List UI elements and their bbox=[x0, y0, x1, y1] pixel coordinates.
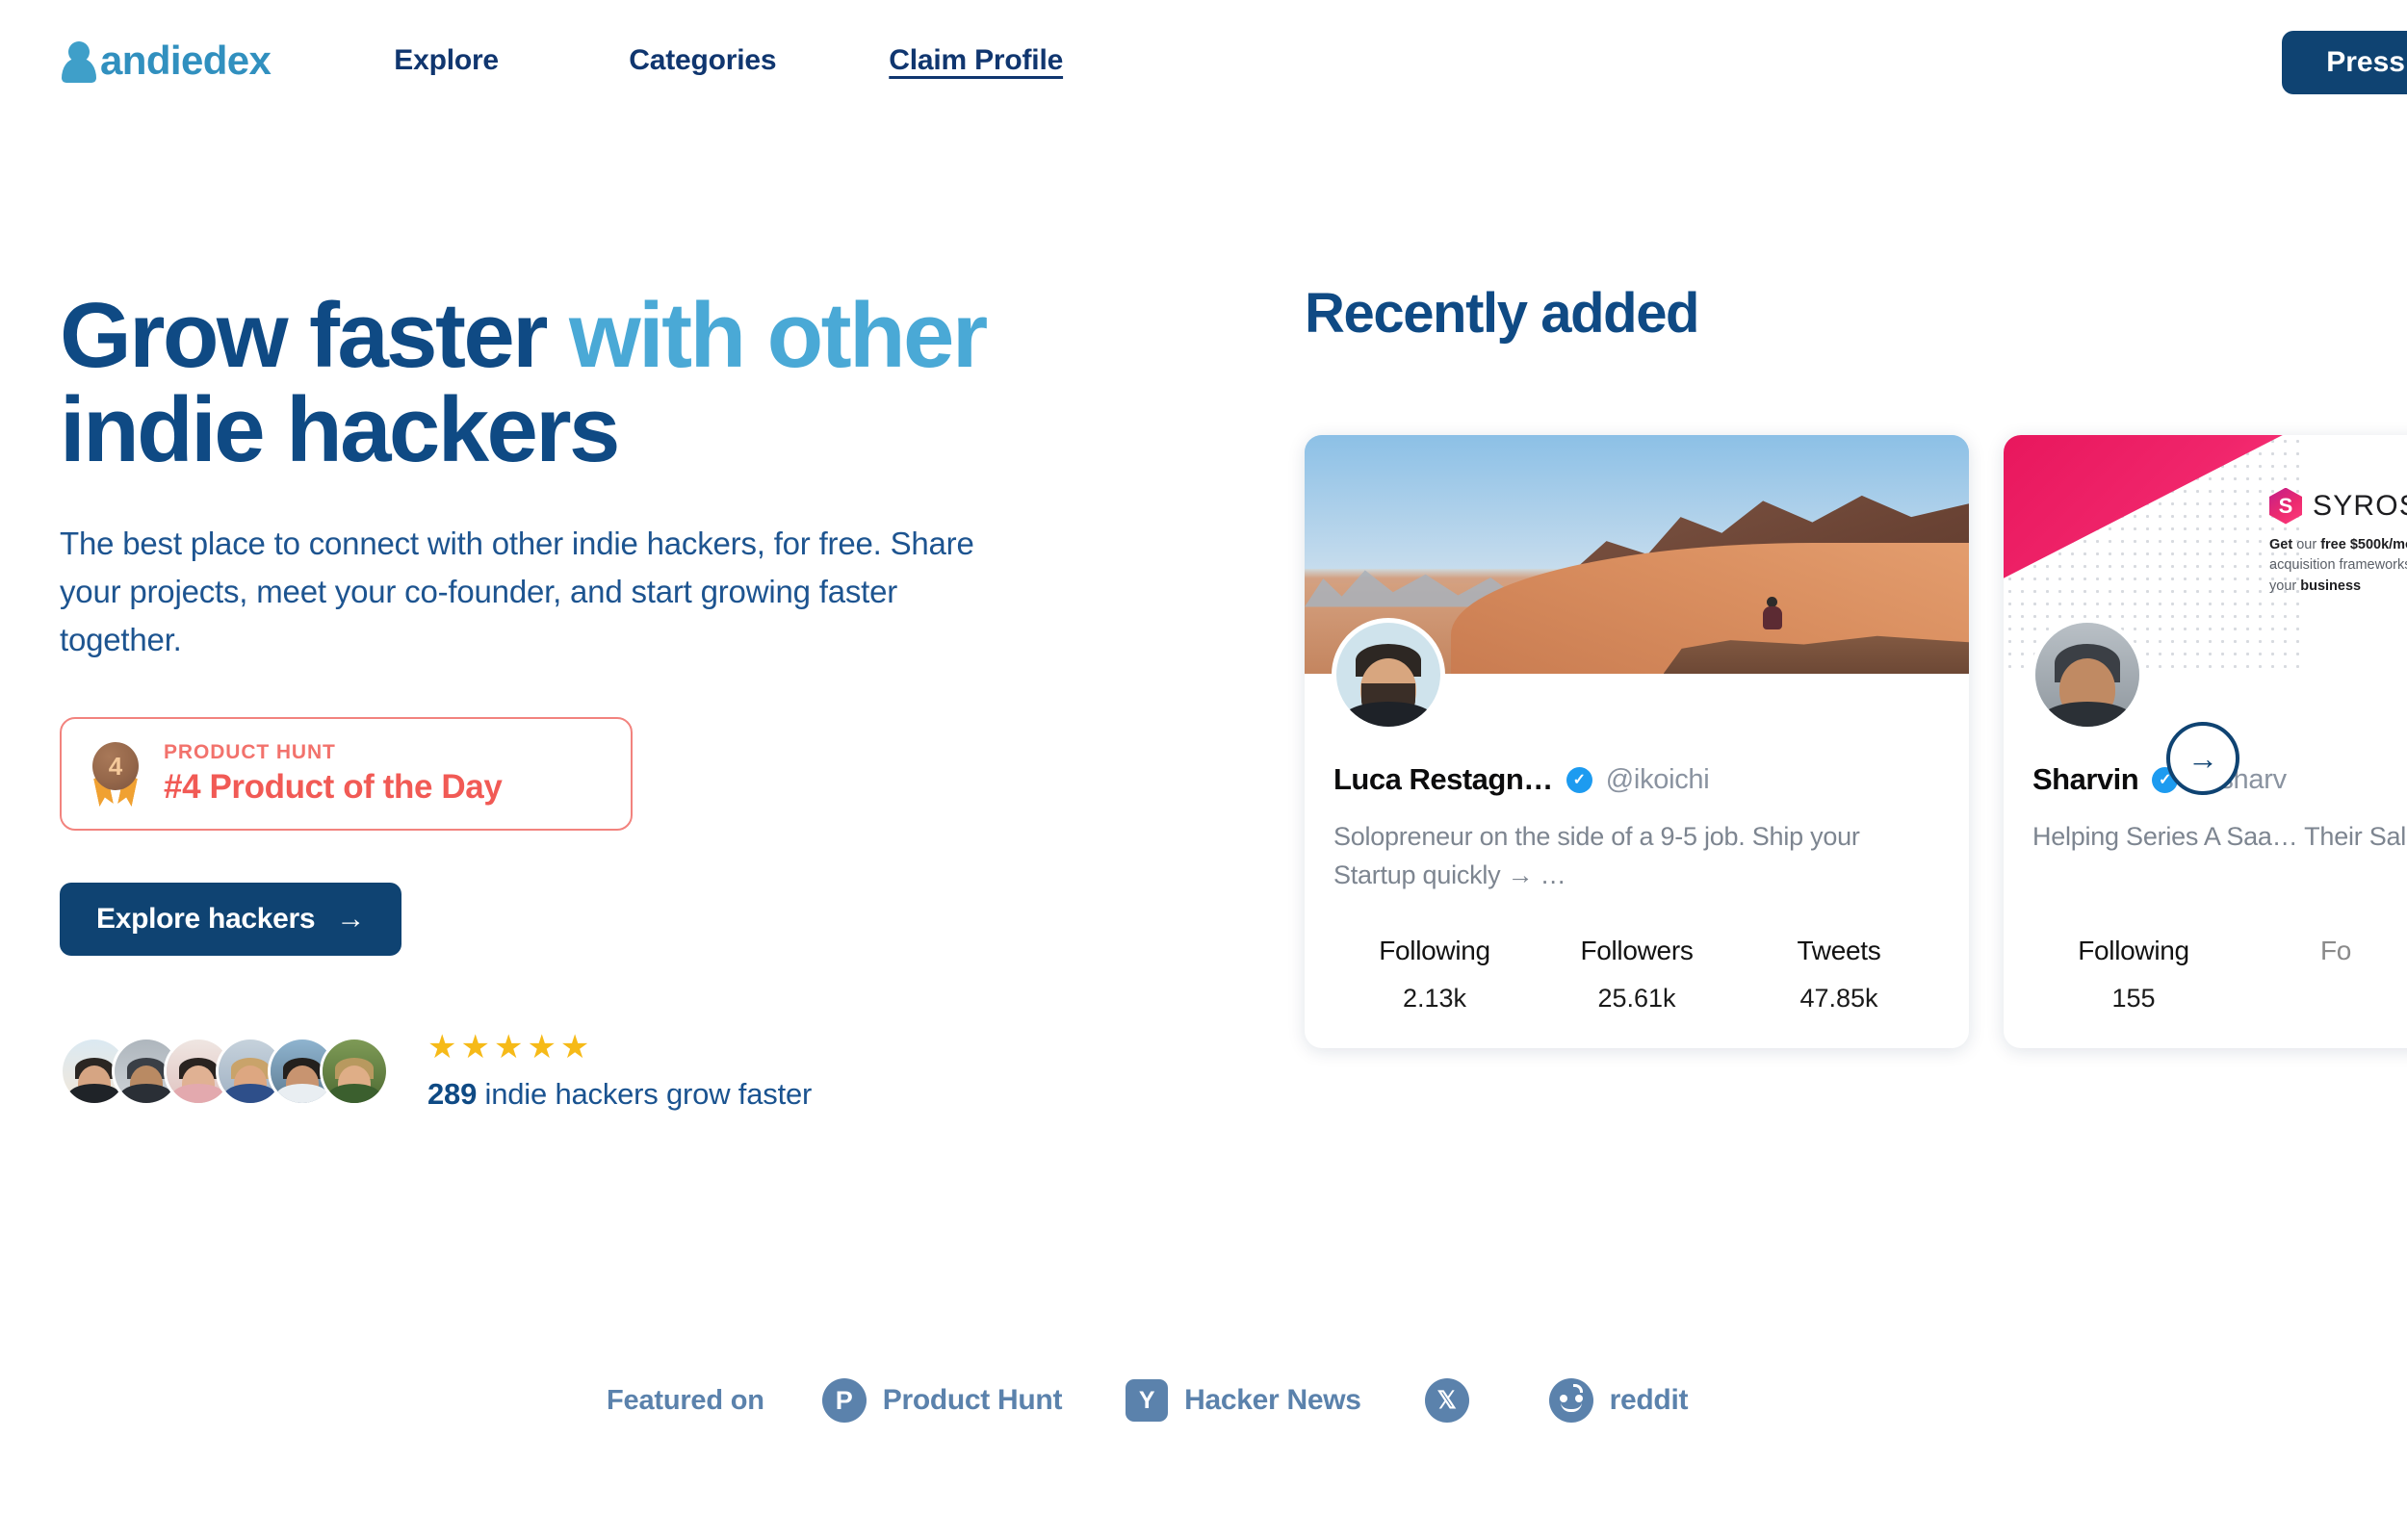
social-proof-text: ★★★★★ 289 indie hackers grow faster bbox=[427, 1031, 812, 1112]
x-twitter-icon: 𝕏 bbox=[1424, 1378, 1469, 1423]
recently-added-header: Recently added bbox=[1305, 281, 1699, 346]
headline-part-3: other bbox=[766, 284, 989, 387]
profile-bio: Helping Series A Saa… Their Sales Calls … bbox=[2032, 822, 2407, 851]
landing-page: andiedex Explore Categories Claim Profil… bbox=[0, 0, 2407, 1540]
hacker-count-text: indie hackers grow faster bbox=[477, 1077, 813, 1112]
stat-value: 2.13k bbox=[1402, 984, 1467, 1013]
badge-title: #4 Product of the Day bbox=[164, 768, 503, 807]
nav-link-claim-profile[interactable]: Claim Profile bbox=[889, 44, 1063, 77]
featured-product-hunt[interactable]: P Product Hunt bbox=[821, 1378, 1063, 1423]
carousel-next-button[interactable]: → bbox=[2166, 722, 2239, 795]
avatar-stack bbox=[60, 1037, 389, 1107]
featured-on-bar: Featured on P Product Hunt Y Hacker News… bbox=[607, 1378, 1751, 1423]
headline-part-1: Grow faster bbox=[60, 284, 569, 387]
stat-followers: Fo bbox=[2235, 936, 2407, 1014]
avatar bbox=[1332, 618, 1445, 732]
star-rating: ★★★★★ bbox=[427, 1029, 594, 1066]
featured-reddit[interactable]: reddit bbox=[1548, 1378, 1689, 1423]
hero-section: Grow faster with other indie hackers The… bbox=[60, 289, 1254, 1112]
ad-copy-line-3: acquisition frameworks for bbox=[2269, 557, 2407, 574]
profile-card[interactable]: Luca Restagn… ✓ @ikoichi Solopreneur on … bbox=[1305, 435, 1969, 1048]
syroscale-logo-icon: S bbox=[2269, 487, 2302, 525]
ad-copy-bold-2: free $500k/month bbox=[2320, 536, 2407, 552]
person-icon bbox=[60, 39, 98, 84]
featured-hacker-news[interactable]: Y Hacker News bbox=[1126, 1379, 1361, 1422]
stat-value: 25.61k bbox=[1597, 984, 1676, 1013]
badge-kicker: PRODUCT HUNT bbox=[164, 741, 336, 764]
reddit-icon bbox=[1548, 1378, 1593, 1423]
page-title: Grow faster with other indie hackers bbox=[60, 289, 1196, 477]
product-hunt-icon: P bbox=[821, 1378, 867, 1423]
featured-on-label: Featured on bbox=[607, 1384, 764, 1416]
stat-label: Fo bbox=[2319, 936, 2352, 965]
featured-product-hunt-label: Product Hunt bbox=[882, 1384, 1063, 1416]
profile-stats: Following 2.13k Followers 25.61k Tweets … bbox=[1333, 936, 1940, 1048]
stat-label: Followers bbox=[1580, 936, 1694, 965]
stat-value: 155 bbox=[2111, 984, 2156, 1013]
ad-copy-rest-1: our bbox=[2292, 536, 2321, 552]
profile-name: Sharvin bbox=[2032, 762, 2139, 796]
press-button[interactable]: Press bbox=[2282, 31, 2407, 94]
ad-copy-bold-4: business bbox=[2300, 578, 2362, 595]
brand-name: andiedex bbox=[100, 37, 272, 83]
nav-links: Explore Categories Claim Profile bbox=[394, 44, 1063, 77]
avatar bbox=[2031, 618, 2144, 732]
nav-link-categories[interactable]: Categories bbox=[629, 44, 889, 77]
headline-part-2: with bbox=[568, 284, 746, 387]
ad-brand-name: SYROSCA bbox=[2313, 489, 2407, 522]
ad-copy-bold-1: Get bbox=[2269, 536, 2293, 552]
hacker-count: 289 bbox=[427, 1077, 478, 1112]
hacker-count-line: 289 indie hackers grow faster bbox=[427, 1077, 812, 1112]
featured-hacker-news-label: Hacker News bbox=[1184, 1384, 1361, 1416]
ad-copy: Get our free $500k/month acquisition fra… bbox=[2269, 535, 2407, 598]
explore-hackers-button[interactable]: Explore hackers → bbox=[60, 883, 402, 957]
headline-part-4: indie hackers bbox=[60, 377, 620, 481]
stat-label: Following bbox=[2078, 936, 2189, 965]
featured-x-twitter[interactable]: 𝕏 bbox=[1424, 1378, 1486, 1423]
recently-added-title: Recently added bbox=[1305, 282, 1699, 345]
top-navigation-bar: andiedex Explore Categories Claim Profil… bbox=[0, 0, 2407, 120]
medal-icon: 4 bbox=[89, 742, 142, 806]
profile-name: Luca Restagn… bbox=[1333, 762, 1553, 796]
profile-card-carousel: Luca Restagn… ✓ @ikoichi Solopreneur on … bbox=[1305, 435, 2407, 1048]
profile-info: Luca Restagn… ✓ @ikoichi Solopreneur on … bbox=[1305, 674, 1969, 1048]
profile-bio: Solopreneur on the side of a 9-5 job. Sh… bbox=[1333, 822, 1860, 889]
stat-label: Tweets bbox=[1797, 936, 1881, 965]
cta-label: Explore hackers bbox=[96, 903, 316, 936]
medal-rank: 4 bbox=[92, 742, 139, 791]
stat-followers: Followers 25.61k bbox=[1536, 936, 1738, 1014]
brand-logo[interactable]: andiedex bbox=[60, 37, 272, 84]
profile-name-row: Luca Restagn… ✓ @ikoichi bbox=[1333, 762, 1940, 797]
hero-subtitle: The best place to connect with other ind… bbox=[60, 525, 974, 658]
stat-label: Following bbox=[1379, 936, 1490, 965]
featured-reddit-label: reddit bbox=[1609, 1384, 1689, 1416]
stat-following: Following 2.13k bbox=[1333, 936, 1536, 1014]
profile-stats: Following 155 Fo bbox=[2032, 936, 2407, 1048]
nav-link-explore[interactable]: Explore bbox=[394, 44, 629, 77]
ad-copy-line-4-pre: your bbox=[2269, 578, 2301, 595]
hacker-news-icon: Y bbox=[1126, 1379, 1169, 1422]
social-proof: ★★★★★ 289 indie hackers grow faster bbox=[60, 1031, 1254, 1112]
arrow-right-icon: → bbox=[336, 903, 366, 936]
avatar bbox=[320, 1037, 389, 1107]
product-hunt-badge[interactable]: 4 PRODUCT HUNT #4 Product of the Day bbox=[60, 717, 633, 832]
verified-badge-icon: ✓ bbox=[1566, 766, 1592, 793]
stat-value: 47.85k bbox=[1799, 984, 1878, 1013]
stat-following: Following 155 bbox=[2032, 936, 2235, 1014]
stat-tweets: Tweets 47.85k bbox=[1738, 936, 1940, 1014]
profile-handle: @ikoichi bbox=[1605, 763, 1710, 795]
